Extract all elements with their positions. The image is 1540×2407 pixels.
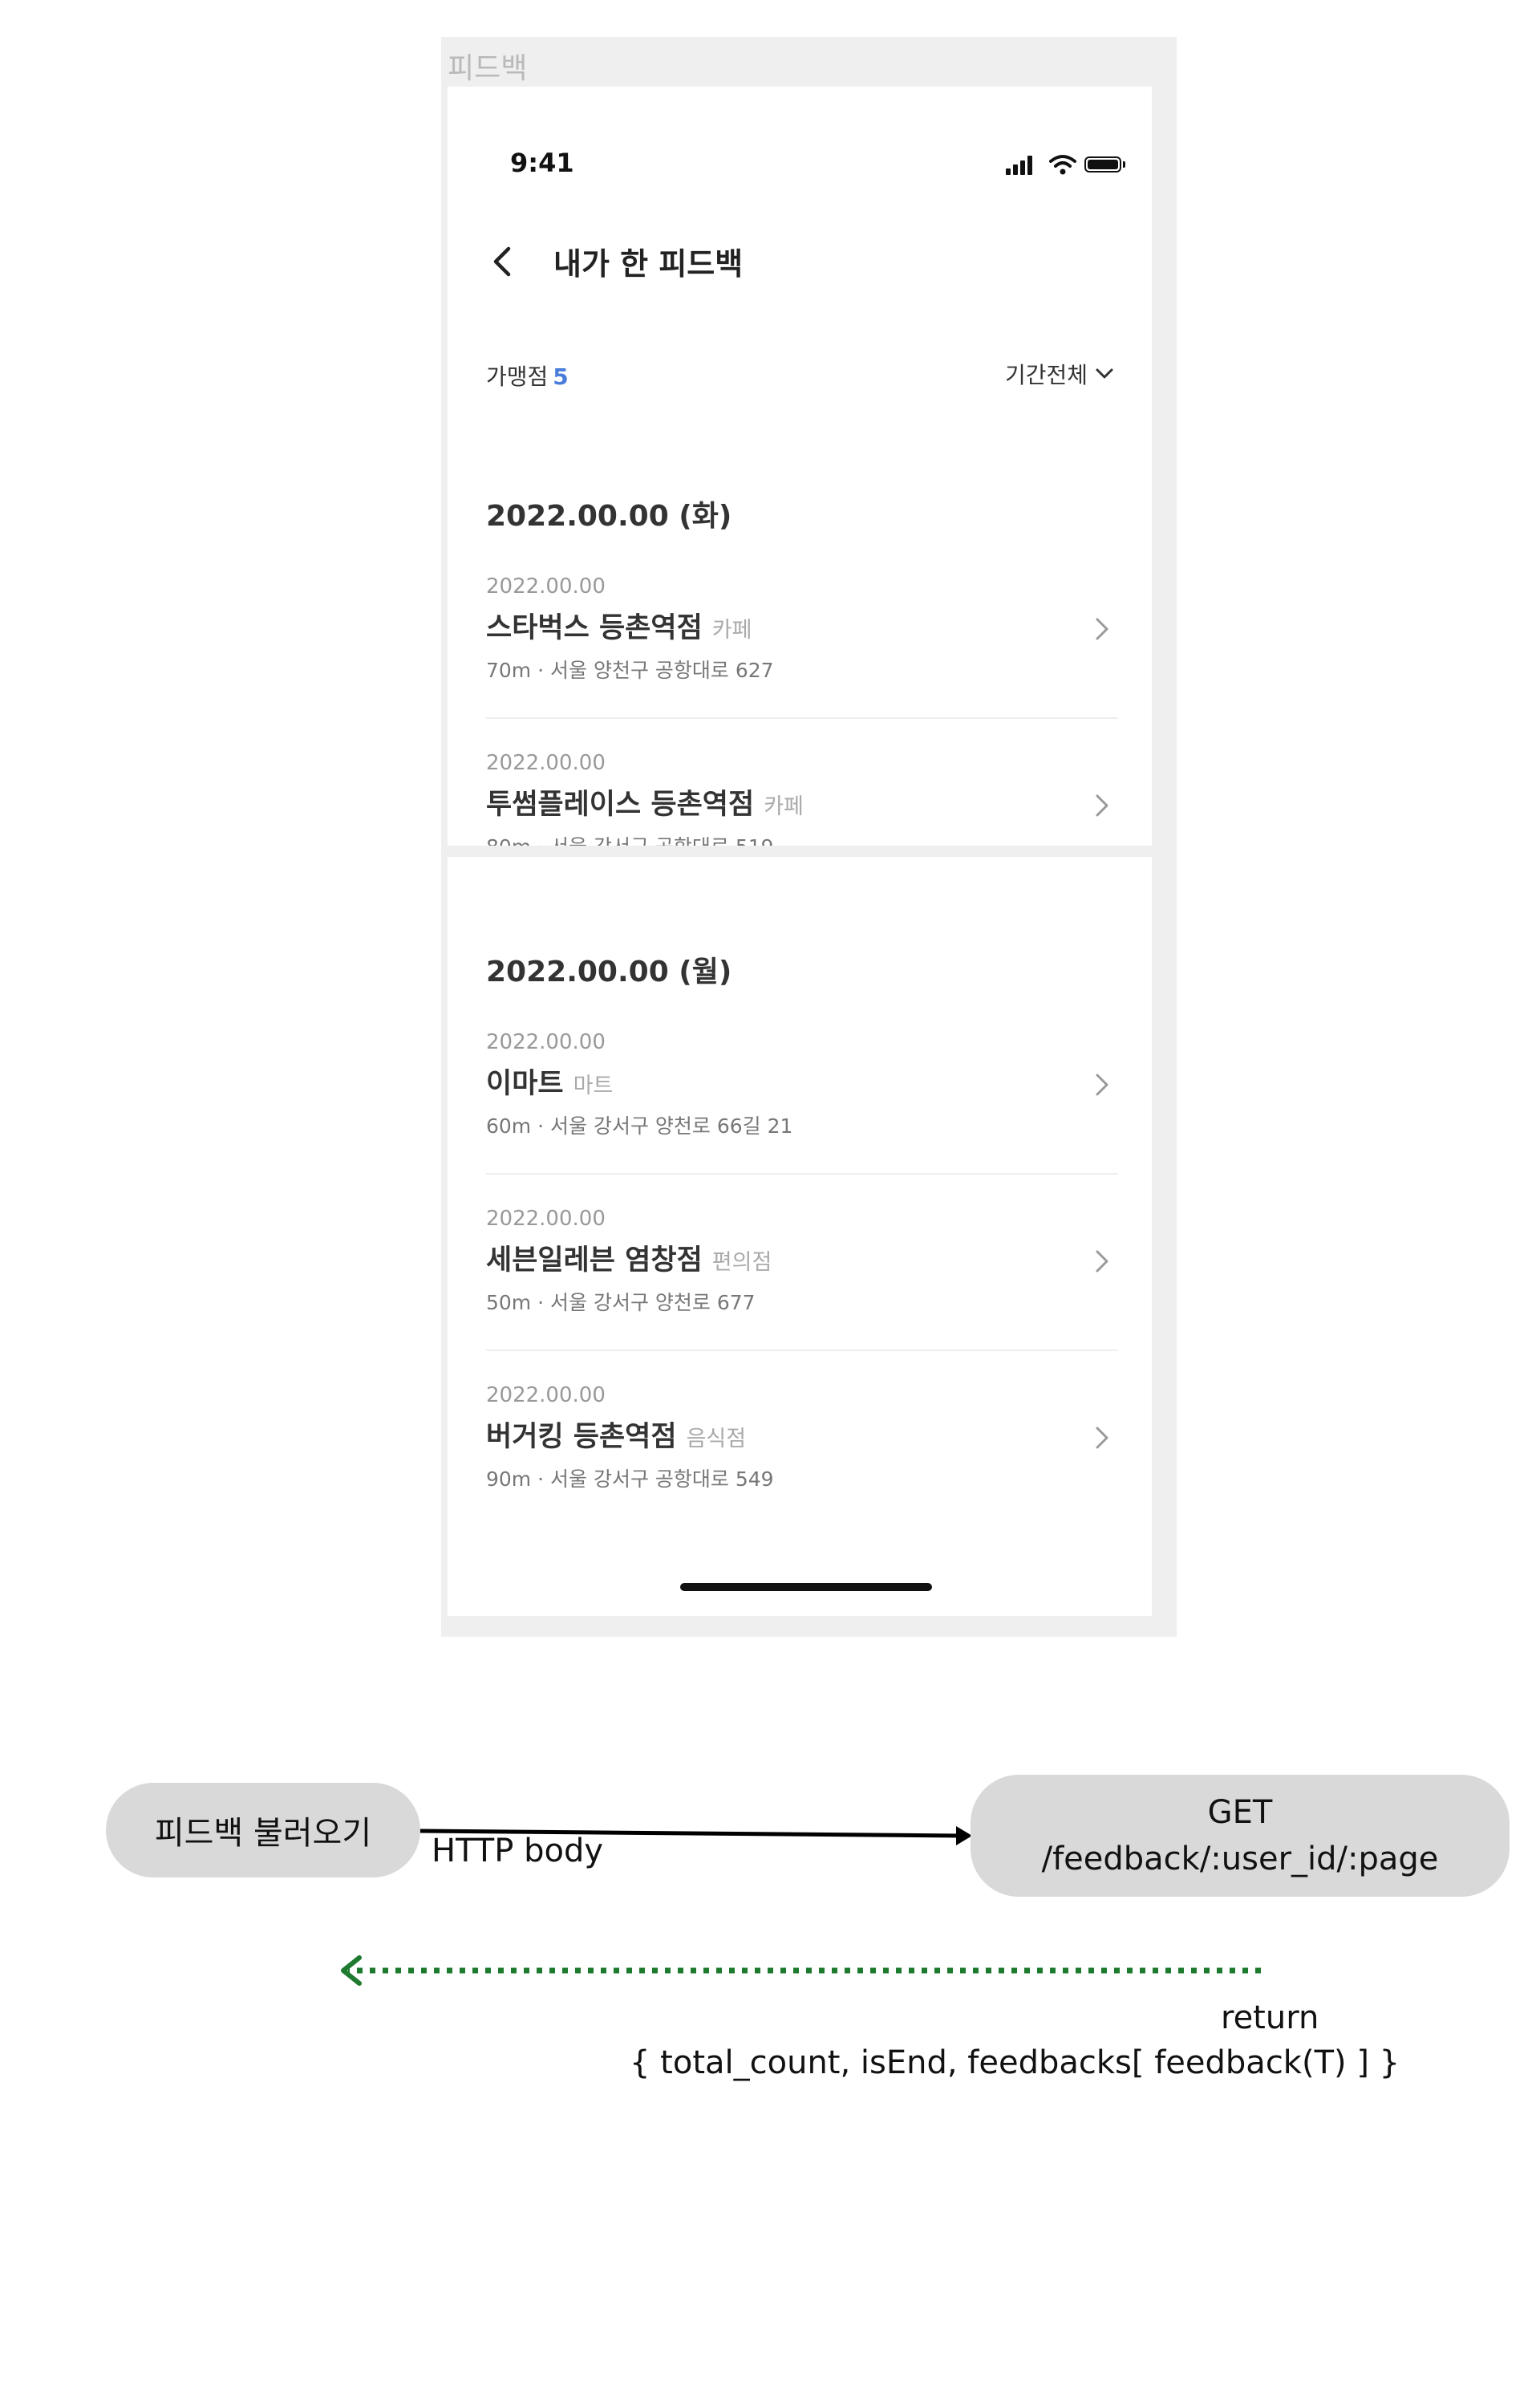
request-label: HTTP body xyxy=(432,1833,604,1869)
api-endpoint: GET /feedback/:user_id/:page xyxy=(971,1775,1510,1897)
return-label: return xyxy=(1221,1999,1319,2036)
endpoint-method: GET xyxy=(1207,1794,1273,1831)
request-arrowhead xyxy=(956,1826,972,1845)
return-value: { total_count, isEnd, feedbacks[ feedbac… xyxy=(630,2044,1400,2081)
load-feedback-action[interactable]: 피드백 불러오기 xyxy=(106,1783,420,1877)
endpoint-path: /feedback/:user_id/:page xyxy=(1041,1841,1439,1877)
